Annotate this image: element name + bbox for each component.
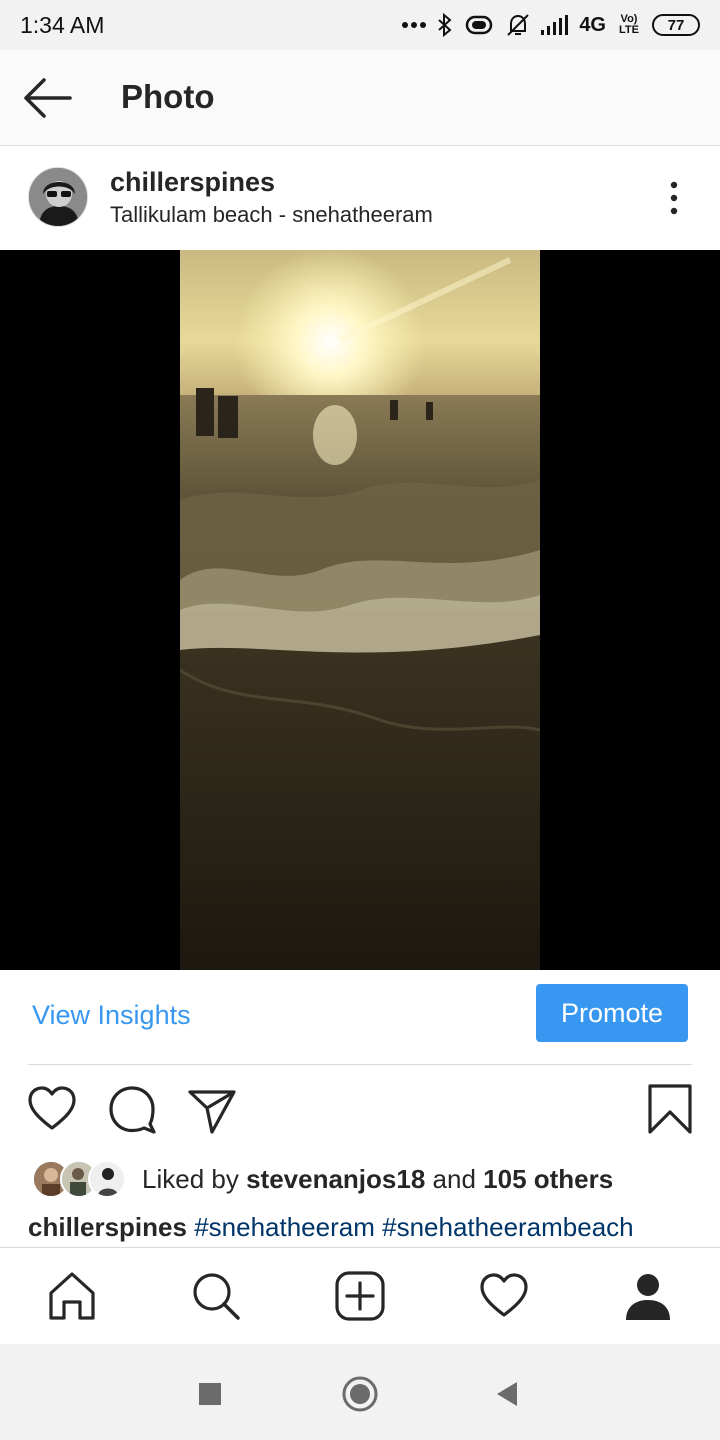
- liker-avatar: [88, 1160, 126, 1198]
- divider: [28, 1064, 692, 1065]
- post-caption: chillerspines #snehatheeram #snehatheera…: [28, 1212, 634, 1243]
- back-triangle-icon: [497, 1382, 517, 1406]
- back-system-button[interactable]: [488, 1374, 528, 1414]
- hashtag[interactable]: #snehatheeram: [194, 1212, 375, 1242]
- avatar[interactable]: [28, 167, 88, 227]
- more-options-button[interactable]: [662, 179, 686, 219]
- post-media[interactable]: [0, 250, 720, 970]
- lte-label: Vo) LTE: [619, 13, 639, 36]
- recents-button[interactable]: [190, 1374, 230, 1414]
- system-nav-bar: [0, 1344, 720, 1440]
- bottom-nav: [0, 1247, 720, 1344]
- page-title: Photo: [121, 78, 215, 115]
- comment-icon: [109, 1086, 156, 1134]
- activity-heart-icon: [480, 1273, 528, 1317]
- status-icons: 4G Vo) LTE 77: [401, 10, 700, 40]
- comment-button[interactable]: [106, 1082, 158, 1138]
- profile-icon: [626, 1274, 670, 1320]
- likes-prefix: Liked by: [142, 1164, 239, 1194]
- likes-others[interactable]: 105 others: [483, 1164, 613, 1194]
- like-button[interactable]: [26, 1082, 78, 1138]
- post-actions: [0, 1082, 720, 1142]
- likes-row[interactable]: Liked by stevenanjos18 and 105 others: [0, 1158, 720, 1202]
- network-type: 4G: [579, 13, 606, 36]
- send-icon: [188, 1090, 236, 1134]
- bookmark-icon: [648, 1084, 692, 1134]
- status-time: 1:34 AM: [20, 12, 105, 38]
- caption-username[interactable]: chillerspines: [28, 1212, 187, 1242]
- status-bar: 1:34 AM 4G Vo) LTE 77: [0, 0, 720, 50]
- post-location[interactable]: Tallikulam beach - snehatheeram: [110, 202, 433, 228]
- likes-text: Liked by stevenanjos18 and 105 others: [142, 1164, 613, 1195]
- back-button[interactable]: [20, 74, 76, 122]
- app-header: Photo: [0, 50, 720, 146]
- share-button[interactable]: [186, 1082, 238, 1138]
- dots-icon: [401, 21, 427, 29]
- promote-button[interactable]: Promote: [536, 984, 688, 1042]
- recents-square-icon: [199, 1383, 221, 1405]
- home-icon: [49, 1272, 95, 1320]
- nav-search[interactable]: [190, 1270, 242, 1322]
- more-vertical-icon: [670, 181, 678, 215]
- add-post-icon: [335, 1271, 385, 1321]
- nav-new-post[interactable]: [334, 1270, 386, 1322]
- home-circle-icon: [342, 1376, 378, 1412]
- home-system-button[interactable]: [340, 1374, 380, 1414]
- liker-avatars: [32, 1160, 128, 1200]
- bluetooth-icon: [437, 13, 453, 37]
- view-insights-link[interactable]: View Insights: [32, 1000, 191, 1031]
- save-button[interactable]: [644, 1082, 696, 1138]
- nav-profile[interactable]: [622, 1270, 674, 1322]
- post-header: chillerspines Tallikulam beach - snehath…: [0, 147, 720, 249]
- post-username[interactable]: chillerspines: [110, 167, 275, 198]
- nav-activity[interactable]: [478, 1270, 530, 1322]
- mute-icon: [505, 13, 531, 37]
- nav-home[interactable]: [46, 1270, 98, 1322]
- search-icon: [193, 1273, 240, 1320]
- heart-icon: [28, 1086, 76, 1130]
- arrow-left-icon: [24, 78, 72, 118]
- vibrate-icon: [463, 14, 495, 36]
- likes-middle: and: [432, 1164, 476, 1194]
- post-photo: [180, 250, 540, 970]
- signal-icon: [541, 15, 569, 35]
- battery-indicator: 77: [652, 14, 700, 36]
- insights-row: View Insights Promote: [0, 970, 720, 1064]
- hashtag[interactable]: #snehatheerambeach: [382, 1212, 634, 1242]
- liker-username[interactable]: stevenanjos18: [246, 1164, 425, 1194]
